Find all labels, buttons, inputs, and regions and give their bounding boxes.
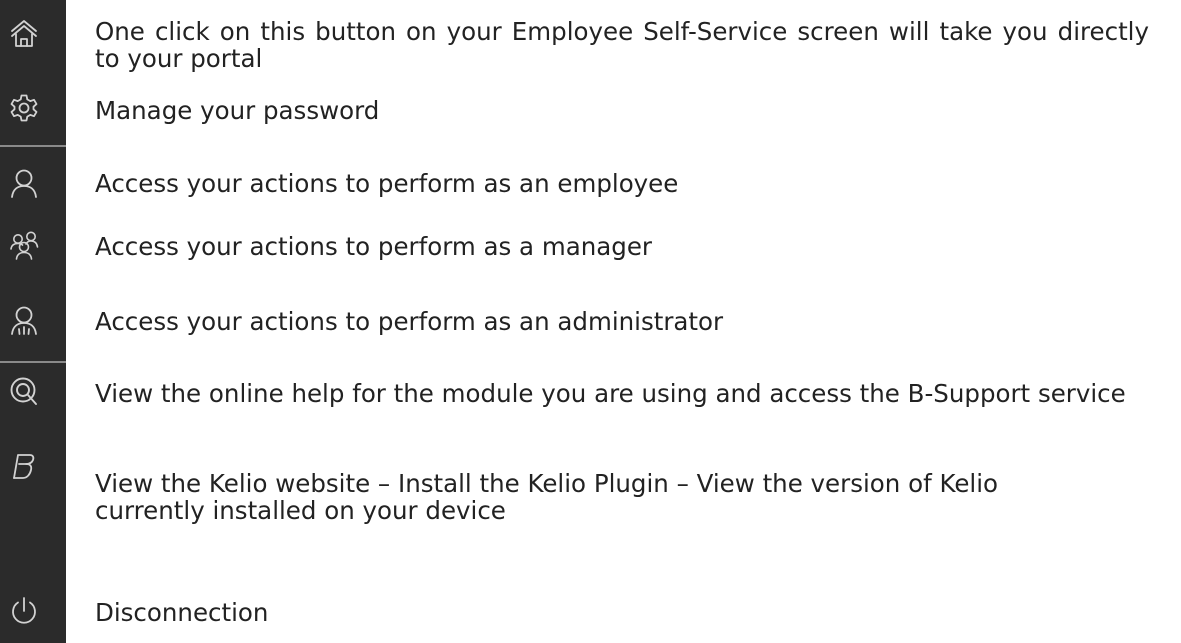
gear-icon[interactable]	[9, 93, 39, 123]
manager-description: Access your actions to perform as a mana…	[95, 232, 652, 261]
disconnection-description: Disconnection	[95, 598, 269, 627]
home-description: One click on this button on your Employe…	[95, 17, 1149, 73]
kelio-description: View the Kelio website – Install the Kel…	[95, 469, 999, 525]
help-magnifier-icon[interactable]	[9, 376, 39, 406]
administrator-description: Access your actions to perform as an adm…	[95, 307, 724, 336]
employee-user-icon[interactable]	[9, 168, 39, 198]
password-description: Manage your password	[95, 96, 380, 125]
icon-sidebar	[0, 0, 66, 643]
employee-description: Access your actions to perform as an emp…	[95, 169, 679, 198]
help-description: View the online help for the module you …	[95, 379, 1126, 408]
sidebar-divider	[0, 145, 66, 147]
administrator-user-icon[interactable]	[9, 305, 39, 335]
power-icon[interactable]	[9, 596, 39, 626]
home-icon[interactable]	[9, 18, 39, 48]
kelio-logo-icon[interactable]	[9, 452, 39, 482]
manager-users-icon[interactable]	[9, 230, 39, 260]
sidebar-divider	[0, 361, 66, 363]
